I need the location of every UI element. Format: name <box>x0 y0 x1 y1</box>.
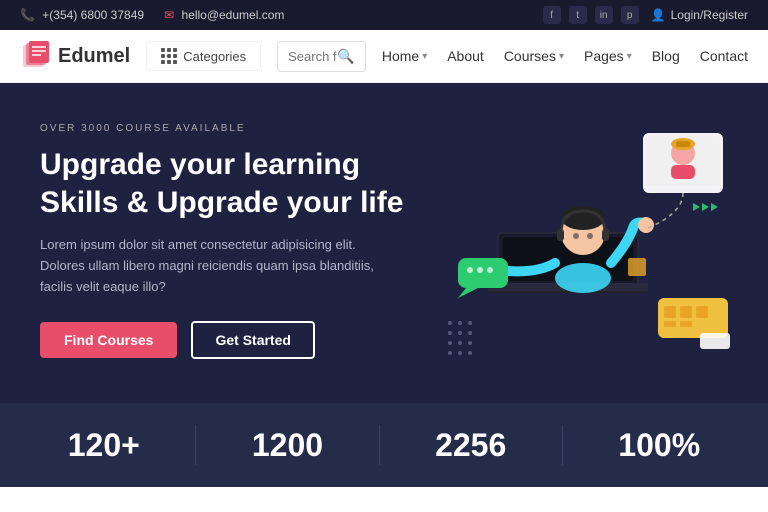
hero-title-line2: Skills & Upgrade your life <box>40 186 403 219</box>
search-icon[interactable]: 🔍 <box>337 48 354 65</box>
stats-bar: 120+ 1200 2256 100% <box>0 403 768 487</box>
login-label: Login/Register <box>671 8 748 22</box>
twitter-icon[interactable]: t <box>569 6 587 24</box>
nav-contact[interactable]: Contact <box>700 48 748 64</box>
stat-courses: 1200 <box>252 427 323 464</box>
email-address: hello@edumel.com <box>181 8 284 22</box>
topbar-contact: 📞 +(354) 6800 37849 ✉ hello@edumel.com <box>20 8 284 22</box>
stat-divider-2 <box>379 425 380 465</box>
categories-label: Categories <box>183 49 246 64</box>
phone-info: 📞 +(354) 6800 37849 <box>20 8 144 22</box>
logo[interactable]: Edumel <box>20 40 130 72</box>
topbar-right: f t in p 👤 Login/Register <box>543 6 748 24</box>
hero-title-line1: Upgrade your learning <box>40 148 360 181</box>
hero-description: Lorem ipsum dolor sit amet consectetur a… <box>40 235 400 297</box>
pinterest-icon[interactable]: p <box>621 6 639 24</box>
search-box[interactable]: 🔍 <box>277 41 366 72</box>
hero-section: Over 3000 Course Available Upgrade your … <box>0 83 768 403</box>
nav-blog[interactable]: Blog <box>652 48 680 64</box>
search-input[interactable] <box>288 49 337 64</box>
nav-pages[interactable]: Pages ▾ <box>584 48 632 64</box>
user-icon: 👤 <box>651 8 666 22</box>
logo-text: Edumel <box>58 45 130 68</box>
nav-home[interactable]: Home ▾ <box>382 48 427 64</box>
logo-icon <box>20 40 52 72</box>
stat-divider-1 <box>195 425 196 465</box>
hero-buttons: Find Courses Get Started <box>40 321 403 359</box>
social-icons: f t in p <box>543 6 639 24</box>
chevron-down-icon: ▾ <box>627 51 632 62</box>
stat-number-3: 100% <box>618 427 700 464</box>
grid-icon <box>161 48 177 64</box>
hero-illustration <box>428 103 738 393</box>
stat-number-0: 120+ <box>68 427 140 464</box>
chevron-down-icon: ▾ <box>422 51 427 62</box>
categories-button[interactable]: Categories <box>146 41 261 71</box>
stat-satisfaction: 100% <box>618 427 700 464</box>
facebook-icon[interactable]: f <box>543 6 561 24</box>
get-started-button[interactable]: Get Started <box>191 321 314 359</box>
nav-about[interactable]: About <box>447 48 484 64</box>
stat-number-1: 1200 <box>252 427 323 464</box>
nav-courses[interactable]: Courses ▾ <box>504 48 564 64</box>
hero-tag: Over 3000 Course Available <box>40 123 403 134</box>
hero-content: Over 3000 Course Available Upgrade your … <box>40 123 403 359</box>
email-icon: ✉ <box>164 8 174 22</box>
main-nav: Home ▾ About Courses ▾ Pages ▾ Blog Cont… <box>382 48 748 64</box>
stat-students: 2256 <box>435 427 506 464</box>
stat-divider-3 <box>562 425 563 465</box>
topbar: 📞 +(354) 6800 37849 ✉ hello@edumel.com f… <box>0 0 768 30</box>
linkedin-icon[interactable]: in <box>595 6 613 24</box>
find-courses-button[interactable]: Find Courses <box>40 322 177 358</box>
hero-title: Upgrade your learning Skills & Upgrade y… <box>40 146 403 221</box>
chevron-down-icon: ▾ <box>559 51 564 62</box>
phone-number: +(354) 6800 37849 <box>42 8 144 22</box>
email-info: ✉ hello@edumel.com <box>164 8 284 22</box>
phone-icon: 📞 <box>20 8 35 22</box>
stat-number-2: 2256 <box>435 427 506 464</box>
header: Edumel Categories 🔍 Home ▾ About Courses… <box>0 30 768 83</box>
login-register-button[interactable]: 👤 Login/Register <box>651 8 748 22</box>
stat-instructors: 120+ <box>68 427 140 464</box>
